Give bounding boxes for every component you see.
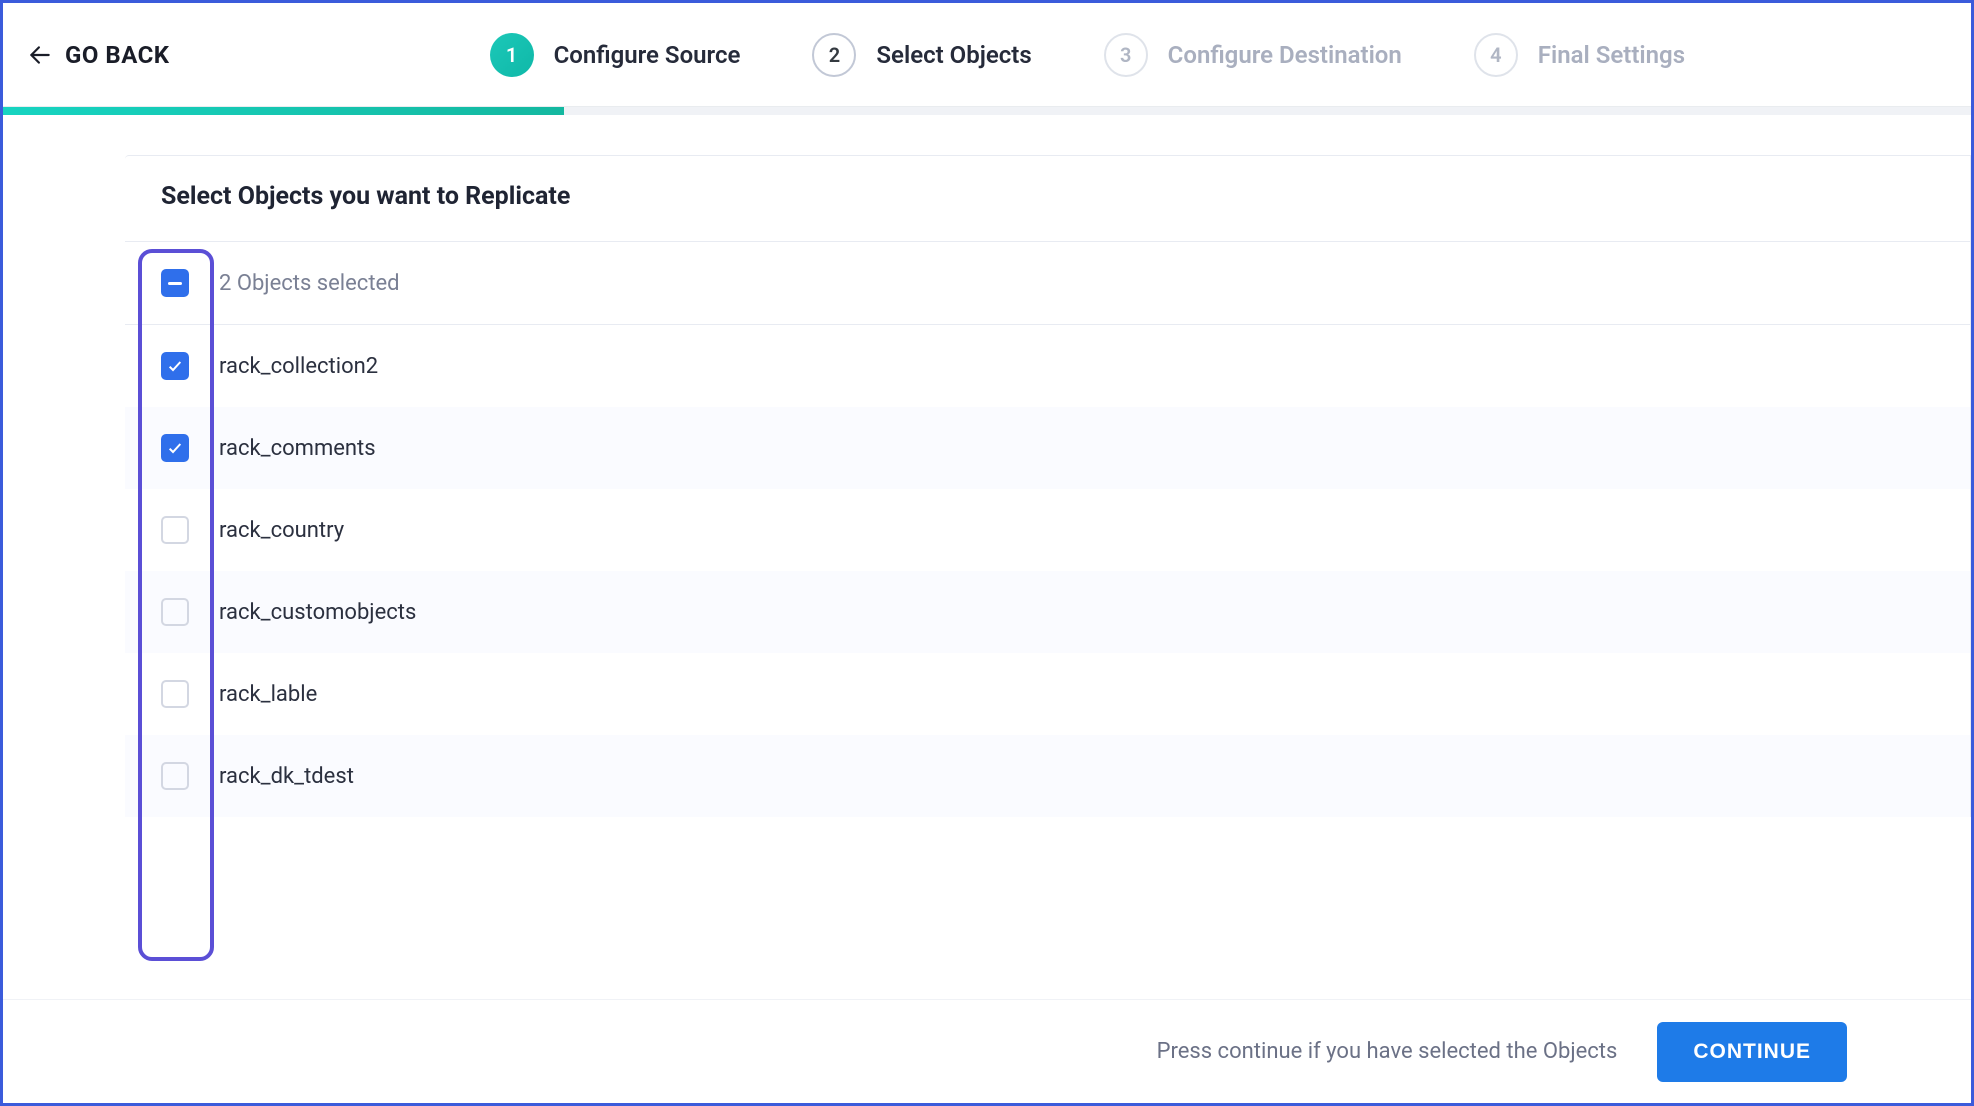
objects-card: Select Objects you want to Replicate 2 O…: [125, 155, 1971, 817]
step-label: Select Objects: [876, 41, 1031, 69]
step-label: Final Settings: [1538, 41, 1685, 69]
header-bar: GO BACK 1 Configure Source 2 Select Obje…: [3, 3, 1971, 107]
step-number: 1: [490, 33, 534, 77]
object-checkbox[interactable]: [161, 598, 189, 626]
object-checkbox[interactable]: [161, 762, 189, 790]
object-checkbox[interactable]: [161, 434, 189, 462]
go-back-label: GO BACK: [65, 41, 170, 69]
object-name: rack_country: [219, 518, 344, 543]
step-configure-destination[interactable]: 3 Configure Destination: [1104, 33, 1402, 77]
object-checkbox[interactable]: [161, 352, 189, 380]
footer-hint: Press continue if you have selected the …: [1157, 1039, 1618, 1064]
card-title: Select Objects you want to Replicate: [125, 156, 1970, 241]
object-row[interactable]: rack_comments: [125, 407, 1970, 489]
wizard-steps: 1 Configure Source 2 Select Objects 3 Co…: [490, 33, 1685, 77]
continue-button[interactable]: CONTINUE: [1657, 1022, 1847, 1082]
object-row[interactable]: rack_lable: [125, 653, 1970, 735]
step-label: Configure Source: [554, 41, 741, 69]
step-number: 3: [1104, 33, 1148, 77]
object-checkbox[interactable]: [161, 680, 189, 708]
step-number: 4: [1474, 33, 1518, 77]
progress-bar: [3, 107, 1971, 115]
object-name: rack_dk_tdest: [219, 764, 354, 789]
object-name: rack_lable: [219, 682, 317, 707]
selection-summary-row: 2 Objects selected: [125, 242, 1970, 324]
select-all-checkbox[interactable]: [161, 269, 189, 297]
step-configure-source[interactable]: 1 Configure Source: [490, 33, 741, 77]
footer-bar: Press continue if you have selected the …: [3, 999, 1971, 1103]
object-name: rack_collection2: [219, 354, 378, 379]
step-final-settings[interactable]: 4 Final Settings: [1474, 33, 1685, 77]
step-label: Configure Destination: [1168, 41, 1402, 69]
object-row[interactable]: rack_customobjects: [125, 571, 1970, 653]
go-back-button[interactable]: GO BACK: [27, 41, 170, 69]
arrow-left-icon: [27, 42, 53, 68]
object-row[interactable]: rack_collection2: [125, 325, 1970, 407]
step-number: 2: [812, 33, 856, 77]
check-icon: [167, 440, 183, 456]
check-icon: [167, 358, 183, 374]
object-checkbox[interactable]: [161, 516, 189, 544]
object-row[interactable]: rack_country: [125, 489, 1970, 571]
selection-summary-label: 2 Objects selected: [219, 271, 400, 296]
step-select-objects[interactable]: 2 Select Objects: [812, 33, 1031, 77]
progress-fill: [3, 107, 564, 115]
object-name: rack_customobjects: [219, 600, 416, 625]
object-name: rack_comments: [219, 436, 376, 461]
object-row[interactable]: rack_dk_tdest: [125, 735, 1970, 817]
